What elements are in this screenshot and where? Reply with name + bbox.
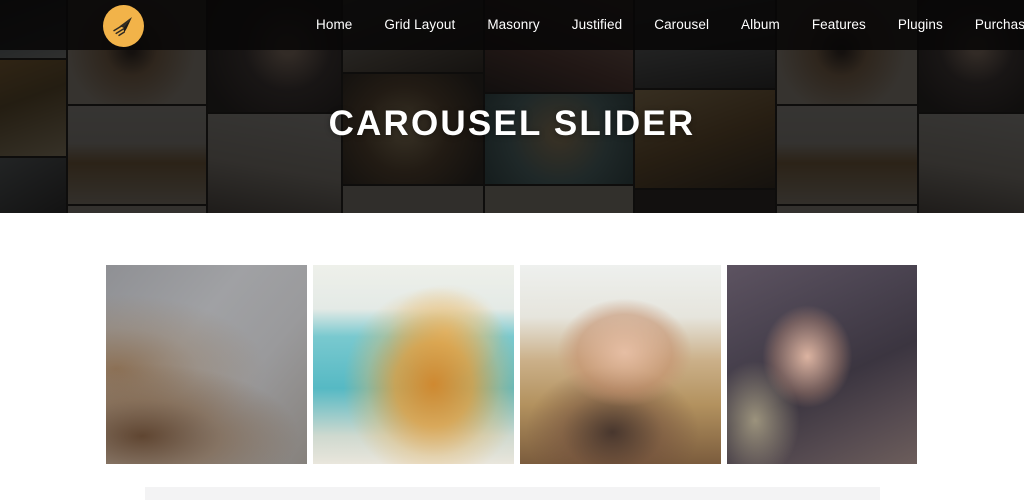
paper-plane-icon [110, 13, 136, 39]
carousel-slide[interactable] [727, 265, 917, 464]
carousel-slide[interactable] [520, 265, 721, 464]
nav-item-masonry[interactable]: Masonry [471, 0, 555, 50]
carousel-section [0, 213, 1024, 487]
site-logo[interactable] [101, 4, 145, 48]
nav-item-album[interactable]: Album [725, 0, 796, 50]
carousel-slide[interactable] [313, 265, 514, 464]
nav-item-purchase-now[interactable]: Purchase Now [959, 0, 1024, 50]
carousel-track[interactable] [106, 265, 917, 464]
hero-banner: Home Grid Layout Masonry Justified Carou… [0, 0, 1024, 213]
page-root: Home Grid Layout Masonry Justified Carou… [0, 0, 1024, 500]
carousel-slide[interactable] [106, 265, 307, 464]
nav-item-grid-layout[interactable]: Grid Layout [368, 0, 471, 50]
nav-item-plugins[interactable]: Plugins [882, 0, 959, 50]
main-navigation: Home Grid Layout Masonry Justified Carou… [0, 0, 1024, 50]
carousel-viewport[interactable] [106, 265, 917, 464]
next-section-panel [145, 487, 880, 500]
nav-item-home[interactable]: Home [300, 0, 368, 50]
nav-item-features[interactable]: Features [796, 0, 882, 50]
logo-circle [102, 5, 144, 47]
page-title: CAROUSEL SLIDER [328, 104, 696, 143]
nav-menu: Home Grid Layout Masonry Justified Carou… [300, 0, 1024, 50]
nav-item-carousel[interactable]: Carousel [638, 0, 725, 50]
nav-item-justified[interactable]: Justified [556, 0, 638, 50]
